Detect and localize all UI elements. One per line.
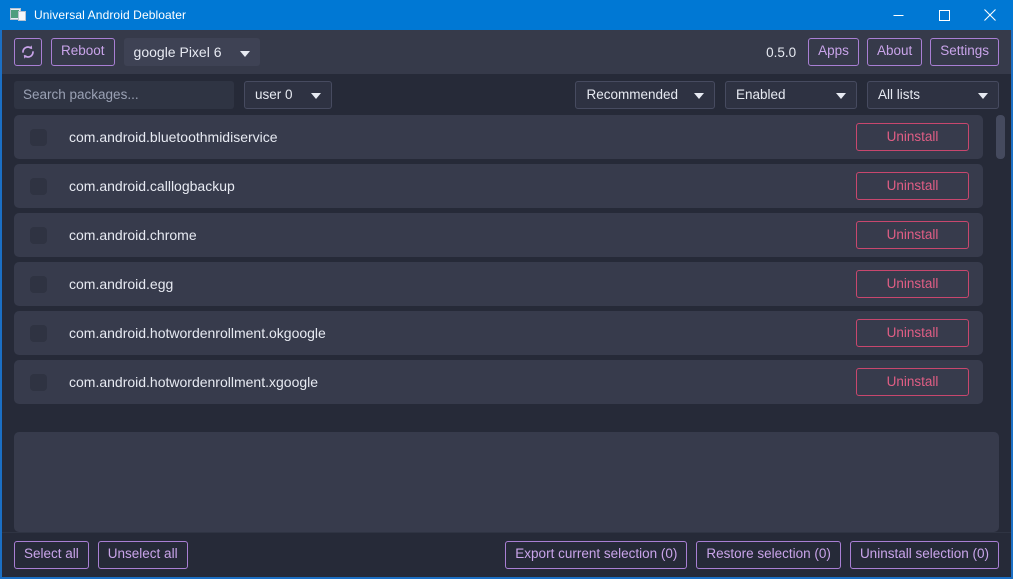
uninstall-button[interactable]: Uninstall — [856, 172, 969, 200]
toolbar-right-group: 0.5.0 Apps About Settings — [766, 38, 999, 66]
bottom-bar: Select all Unselect all Export current s… — [2, 532, 1011, 577]
uninstall-button[interactable]: Uninstall — [856, 123, 969, 151]
package-checkbox[interactable] — [30, 227, 47, 244]
recommendation-select[interactable]: Recommended — [575, 81, 715, 109]
recommendation-select-value: Recommended — [586, 87, 678, 102]
package-row[interactable]: com.android.bluetoothmidiservice Uninstal… — [14, 115, 983, 159]
uninstall-button[interactable]: Uninstall — [856, 368, 969, 396]
state-select-value: Enabled — [736, 87, 786, 102]
chevron-down-icon — [820, 87, 846, 102]
settings-button[interactable]: Settings — [930, 38, 999, 66]
scrollbar-thumb[interactable] — [996, 115, 1005, 159]
package-name: com.android.chrome — [69, 227, 197, 243]
state-select[interactable]: Enabled — [725, 81, 857, 109]
reboot-button[interactable]: Reboot — [51, 38, 115, 66]
package-checkbox[interactable] — [30, 325, 47, 342]
version-label: 0.5.0 — [766, 45, 796, 60]
chevron-down-icon — [962, 87, 988, 102]
list-select-value: All lists — [878, 87, 920, 102]
user-select[interactable]: user 0 — [244, 81, 332, 109]
uninstall-selection-button[interactable]: Uninstall selection (0) — [850, 541, 999, 569]
restore-selection-button[interactable]: Restore selection (0) — [696, 541, 841, 569]
apps-button[interactable]: Apps — [808, 38, 859, 66]
unselect-all-button[interactable]: Unselect all — [98, 541, 188, 569]
package-name: com.android.calllogbackup — [69, 178, 235, 194]
package-row[interactable]: com.android.hotwordenrollment.xgoogle Uni… — [14, 360, 983, 404]
package-row[interactable]: com.android.hotwordenrollment.okgoogle Un… — [14, 311, 983, 355]
bottom-right-group: Export current selection (0) Restore sel… — [505, 541, 999, 569]
filter-right-group: Recommended Enabled All lists — [575, 81, 999, 109]
package-checkbox[interactable] — [30, 178, 47, 195]
refresh-icon — [20, 44, 36, 60]
minimize-icon — [893, 10, 904, 21]
package-checkbox[interactable] — [30, 129, 47, 146]
toolbar: Reboot google Pixel 6 0.5.0 Apps About S… — [2, 30, 1011, 74]
package-name: com.android.hotwordenrollment.xgoogle — [69, 374, 318, 390]
minimize-button[interactable] — [875, 0, 921, 30]
search-input[interactable] — [14, 81, 234, 109]
package-checkbox[interactable] — [30, 374, 47, 391]
maximize-button[interactable] — [921, 0, 967, 30]
package-list-scroll: com.android.bluetoothmidiservice Uninstal… — [14, 115, 999, 404]
package-checkbox[interactable] — [30, 276, 47, 293]
uninstall-button[interactable]: Uninstall — [856, 221, 969, 249]
export-selection-button[interactable]: Export current selection (0) — [505, 541, 687, 569]
close-icon — [984, 9, 996, 21]
package-name: com.android.hotwordenrollment.okgoogle — [69, 325, 326, 341]
user-select-value: user 0 — [255, 87, 293, 102]
uninstall-button[interactable]: Uninstall — [856, 270, 969, 298]
log-panel — [14, 432, 999, 532]
chevron-down-icon — [222, 44, 250, 60]
chevron-down-icon — [678, 87, 704, 102]
package-row[interactable]: com.android.egg Uninstall — [14, 262, 983, 306]
package-row[interactable]: com.android.calllogbackup Uninstall — [14, 164, 983, 208]
list-select[interactable]: All lists — [867, 81, 999, 109]
window-controls — [875, 0, 1013, 30]
app-window: Universal Android Debloater — [0, 0, 1013, 579]
package-list: com.android.bluetoothmidiservice Uninstal… — [2, 115, 1011, 424]
package-row[interactable]: com.android.chrome Uninstall — [14, 213, 983, 257]
about-button[interactable]: About — [867, 38, 922, 66]
filter-bar: user 0 Recommended Enabled All lists — [2, 74, 1011, 115]
uninstall-button[interactable]: Uninstall — [856, 319, 969, 347]
package-name: com.android.egg — [69, 276, 173, 292]
app-window-icon — [10, 8, 26, 22]
close-button[interactable] — [967, 0, 1013, 30]
maximize-icon — [939, 10, 950, 21]
select-all-button[interactable]: Select all — [14, 541, 89, 569]
title-bar: Universal Android Debloater — [0, 0, 1013, 30]
package-list-scrollbar[interactable] — [999, 115, 1008, 424]
package-name: com.android.bluetoothmidiservice — [69, 129, 278, 145]
device-select-value: google Pixel 6 — [134, 44, 222, 60]
chevron-down-icon — [295, 87, 321, 102]
refresh-button[interactable] — [14, 38, 42, 66]
window-title: Universal Android Debloater — [34, 8, 186, 22]
device-select[interactable]: google Pixel 6 — [124, 38, 260, 66]
